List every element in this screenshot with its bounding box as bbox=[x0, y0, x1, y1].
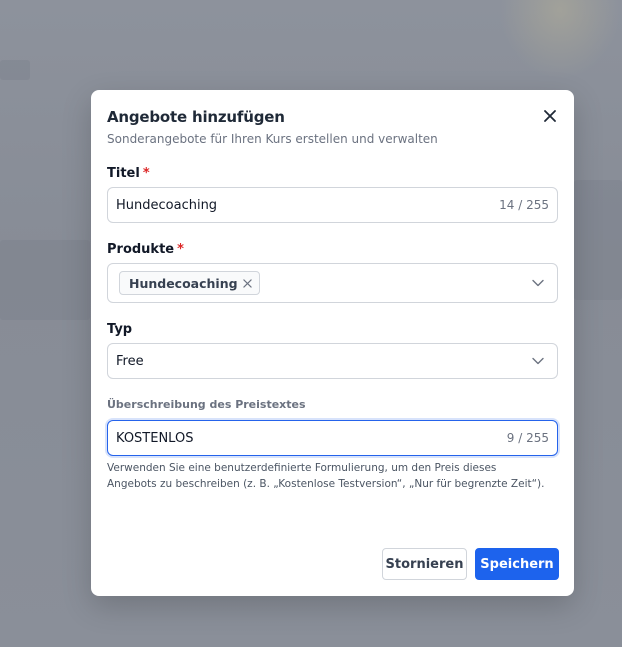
price-override-input-value: KOSTENLOS bbox=[116, 430, 194, 446]
price-override-input[interactable]: KOSTENLOS 9 / 255 bbox=[107, 420, 558, 456]
products-label-text: Produkte bbox=[107, 242, 175, 257]
chevron-down-icon bbox=[531, 354, 545, 368]
title-label: Titel * bbox=[107, 166, 150, 181]
type-select-value: Free bbox=[116, 353, 144, 369]
product-tag: Hundecoaching bbox=[119, 271, 260, 295]
title-label-text: Titel bbox=[107, 166, 140, 181]
add-offers-dialog: Angebote hinzufügen Sonderangebote für I… bbox=[91, 90, 574, 596]
products-multiselect[interactable]: Hundecoaching bbox=[107, 263, 558, 303]
required-mark: * bbox=[177, 242, 184, 257]
title-char-counter: 14 / 255 bbox=[499, 198, 549, 212]
title-input-value: Hundecoaching bbox=[116, 197, 218, 213]
cancel-button[interactable]: Stornieren bbox=[382, 548, 467, 580]
dialog-subtitle: Sonderangebote für Ihren Kurs erstellen … bbox=[107, 132, 438, 146]
type-label: Typ bbox=[107, 322, 133, 337]
dialog-title: Angebote hinzufügen bbox=[107, 108, 285, 126]
title-input[interactable]: Hundecoaching 14 / 255 bbox=[107, 187, 558, 223]
background-element bbox=[0, 60, 30, 80]
chevron-down-icon bbox=[531, 276, 545, 290]
save-button[interactable]: Speichern bbox=[475, 548, 559, 580]
close-icon bbox=[243, 278, 252, 288]
close-button[interactable] bbox=[540, 106, 560, 126]
type-select[interactable]: Free bbox=[107, 343, 558, 379]
price-override-help-text: Verwenden Sie eine benutzerdefinierte Fo… bbox=[107, 462, 545, 490]
background-element bbox=[574, 180, 622, 300]
close-icon bbox=[544, 110, 556, 122]
required-mark: * bbox=[142, 166, 150, 181]
background-element bbox=[0, 240, 90, 320]
products-label: Produkte * bbox=[107, 242, 184, 257]
product-tag-label: Hundecoaching bbox=[129, 275, 238, 291]
price-override-label: Überschreibung des Preistextes bbox=[107, 398, 306, 411]
product-tag-remove-button[interactable] bbox=[243, 278, 253, 288]
price-override-char-counter: 9 / 255 bbox=[506, 431, 549, 445]
